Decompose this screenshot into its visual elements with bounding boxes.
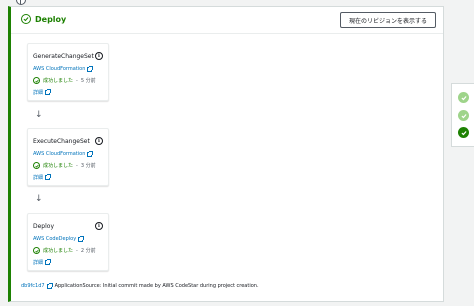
action-name: Deploy bbox=[33, 223, 55, 230]
action-name: ExecuteChangeSet bbox=[33, 138, 90, 145]
stage-deploy: Deploy 現在のリビジョンを表示する GenerateChangeSet i… bbox=[8, 6, 444, 302]
external-link-icon bbox=[87, 150, 94, 157]
status-time: 5 分前 bbox=[80, 78, 96, 84]
info-icon[interactable]: i bbox=[95, 52, 103, 60]
status-separator: - bbox=[76, 162, 78, 169]
status-separator: - bbox=[76, 247, 78, 254]
info-icon[interactable]: i bbox=[95, 137, 103, 145]
check-circle-icon bbox=[33, 162, 40, 169]
details-link[interactable]: 詳細 bbox=[33, 89, 52, 96]
check-circle-icon bbox=[33, 77, 40, 84]
action-card-deploy: Deploy i AWS CodeDeploy 成功しました - 2 分前 詳細 bbox=[27, 213, 109, 271]
stage-status-panel bbox=[451, 83, 474, 147]
status-time: 2 分前 bbox=[80, 248, 96, 254]
external-link-icon bbox=[45, 259, 52, 265]
status-separator: - bbox=[76, 77, 78, 84]
check-circle-icon[interactable] bbox=[458, 110, 469, 121]
status-text: 成功しました bbox=[43, 78, 74, 84]
details-link[interactable]: 詳細 bbox=[33, 174, 52, 181]
details-link[interactable]: 詳細 bbox=[33, 259, 52, 266]
check-circle-icon bbox=[21, 14, 31, 24]
provider-link[interactable]: AWS CloudFormation bbox=[33, 65, 94, 72]
status-text: 成功しました bbox=[43, 163, 74, 169]
action-status: 成功しました - 3 分前 bbox=[33, 162, 96, 169]
commit-message: ApplicationSource: Initial commit made b… bbox=[54, 283, 259, 289]
action-status: 成功しました - 5 分前 bbox=[33, 77, 96, 84]
external-link-icon bbox=[45, 89, 52, 95]
check-circle-icon bbox=[33, 247, 40, 254]
arrow-down-icon: ↓ bbox=[35, 194, 43, 204]
status-text: 成功しました bbox=[43, 248, 74, 254]
action-name: GenerateChangeSet bbox=[33, 53, 94, 60]
action-status: 成功しました - 2 分前 bbox=[33, 247, 96, 254]
check-circle-icon[interactable] bbox=[458, 127, 469, 138]
check-circle-icon[interactable] bbox=[458, 92, 469, 103]
stage-name: Deploy bbox=[35, 14, 67, 24]
external-link-icon bbox=[78, 235, 85, 242]
stage-title: Deploy bbox=[21, 14, 66, 24]
commit-id-link[interactable]: db9fc1d7 bbox=[21, 282, 53, 289]
connector-node-icon bbox=[16, 0, 26, 5]
view-current-revision-button[interactable]: 現在のリビジョンを表示する bbox=[339, 12, 436, 28]
provider-link[interactable]: AWS CodeDeploy bbox=[33, 235, 85, 242]
external-link-icon bbox=[45, 174, 52, 180]
stage-header: Deploy 現在のリビジョンを表示する bbox=[11, 7, 443, 33]
external-link-icon bbox=[87, 65, 94, 72]
stage-footer: db9fc1d7 ApplicationSource: Initial comm… bbox=[21, 282, 259, 289]
external-link-icon bbox=[46, 282, 53, 289]
action-card-generatechangeset: GenerateChangeSet i AWS CloudFormation 成… bbox=[27, 43, 109, 101]
info-icon[interactable]: i bbox=[95, 222, 103, 230]
divider bbox=[11, 33, 443, 34]
pipeline-view: Deploy 現在のリビジョンを表示する GenerateChangeSet i… bbox=[0, 0, 474, 306]
action-card-executechangeset: ExecuteChangeSet i AWS CloudFormation 成功… bbox=[27, 128, 109, 186]
arrow-down-icon: ↓ bbox=[35, 110, 43, 120]
status-time: 3 分前 bbox=[80, 163, 96, 169]
provider-link[interactable]: AWS CloudFormation bbox=[33, 150, 94, 157]
